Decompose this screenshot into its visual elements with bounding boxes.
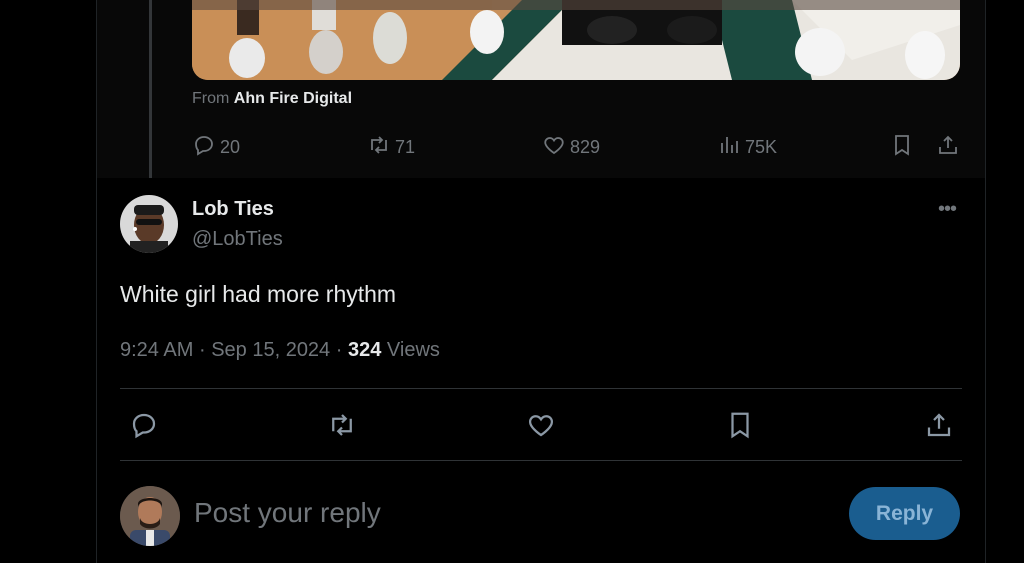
bookmark-icon bbox=[890, 133, 918, 162]
share-button[interactable] bbox=[923, 411, 955, 443]
repost-button[interactable] bbox=[326, 411, 358, 443]
reply-submit-button[interactable]: Reply bbox=[849, 487, 960, 540]
parent-views-action[interactable]: 75K bbox=[717, 133, 777, 161]
repost-icon bbox=[327, 410, 357, 445]
tweet-time[interactable]: 9:24 AM bbox=[120, 339, 193, 361]
author-name[interactable]: Lob Ties bbox=[192, 198, 274, 221]
parent-repost-action[interactable]: 71 bbox=[367, 133, 415, 161]
tweet-media-image[interactable] bbox=[192, 0, 960, 80]
from-prefix: From bbox=[192, 90, 230, 107]
parent-repost-count: 71 bbox=[395, 136, 416, 157]
views-chart-icon bbox=[717, 133, 745, 162]
tweet-detail-page: From Ahn Fire Digital 20 71 829 75K Lob … bbox=[0, 0, 1024, 563]
bookmark-icon bbox=[725, 410, 755, 445]
thread-connector-line bbox=[149, 0, 152, 178]
media-source-attribution: From Ahn Fire Digital bbox=[192, 90, 352, 108]
current-user-avatar[interactable] bbox=[120, 486, 180, 546]
parent-reply-count: 20 bbox=[220, 136, 241, 157]
divider-top bbox=[120, 388, 962, 389]
repost-icon bbox=[367, 133, 395, 162]
parent-views-count: 75K bbox=[745, 136, 778, 157]
share-icon bbox=[924, 410, 954, 445]
source-name-link[interactable]: Ahn Fire Digital bbox=[234, 90, 352, 107]
author-avatar[interactable] bbox=[120, 195, 178, 253]
reply-input[interactable] bbox=[194, 494, 794, 532]
share-icon bbox=[936, 133, 964, 162]
tweet-views-label: Views bbox=[386, 339, 440, 361]
parent-bookmark-action[interactable] bbox=[890, 133, 918, 161]
tweet-text: White girl had more rhythm bbox=[120, 281, 397, 307]
divider-bottom bbox=[120, 460, 962, 461]
bookmark-button[interactable] bbox=[724, 411, 756, 443]
tweet-metadata: 9:24 AM · Sep 15, 2024 · 324 Views bbox=[120, 339, 440, 362]
parent-tweet-actions: 20 71 829 75K bbox=[192, 133, 962, 161]
parent-like-count: 829 bbox=[570, 136, 601, 157]
like-button[interactable] bbox=[525, 411, 557, 443]
reply-icon bbox=[129, 410, 159, 445]
heart-icon bbox=[542, 133, 570, 162]
parent-reply-action[interactable]: 20 bbox=[192, 133, 240, 161]
meta-separator: · bbox=[198, 339, 206, 361]
reply-button[interactable] bbox=[128, 411, 160, 443]
heart-icon bbox=[526, 410, 556, 445]
parent-share-action[interactable] bbox=[936, 133, 964, 161]
more-options-icon[interactable]: ••• bbox=[935, 199, 959, 219]
tweet-views-count: 324 bbox=[347, 339, 382, 361]
tweet-date[interactable]: Sep 15, 2024 bbox=[211, 339, 330, 361]
column-border-right bbox=[985, 0, 986, 563]
parent-like-action[interactable]: 829 bbox=[542, 133, 600, 161]
reply-icon bbox=[192, 133, 220, 162]
meta-separator: · bbox=[335, 339, 343, 361]
author-handle[interactable]: @LobTies bbox=[192, 228, 283, 251]
